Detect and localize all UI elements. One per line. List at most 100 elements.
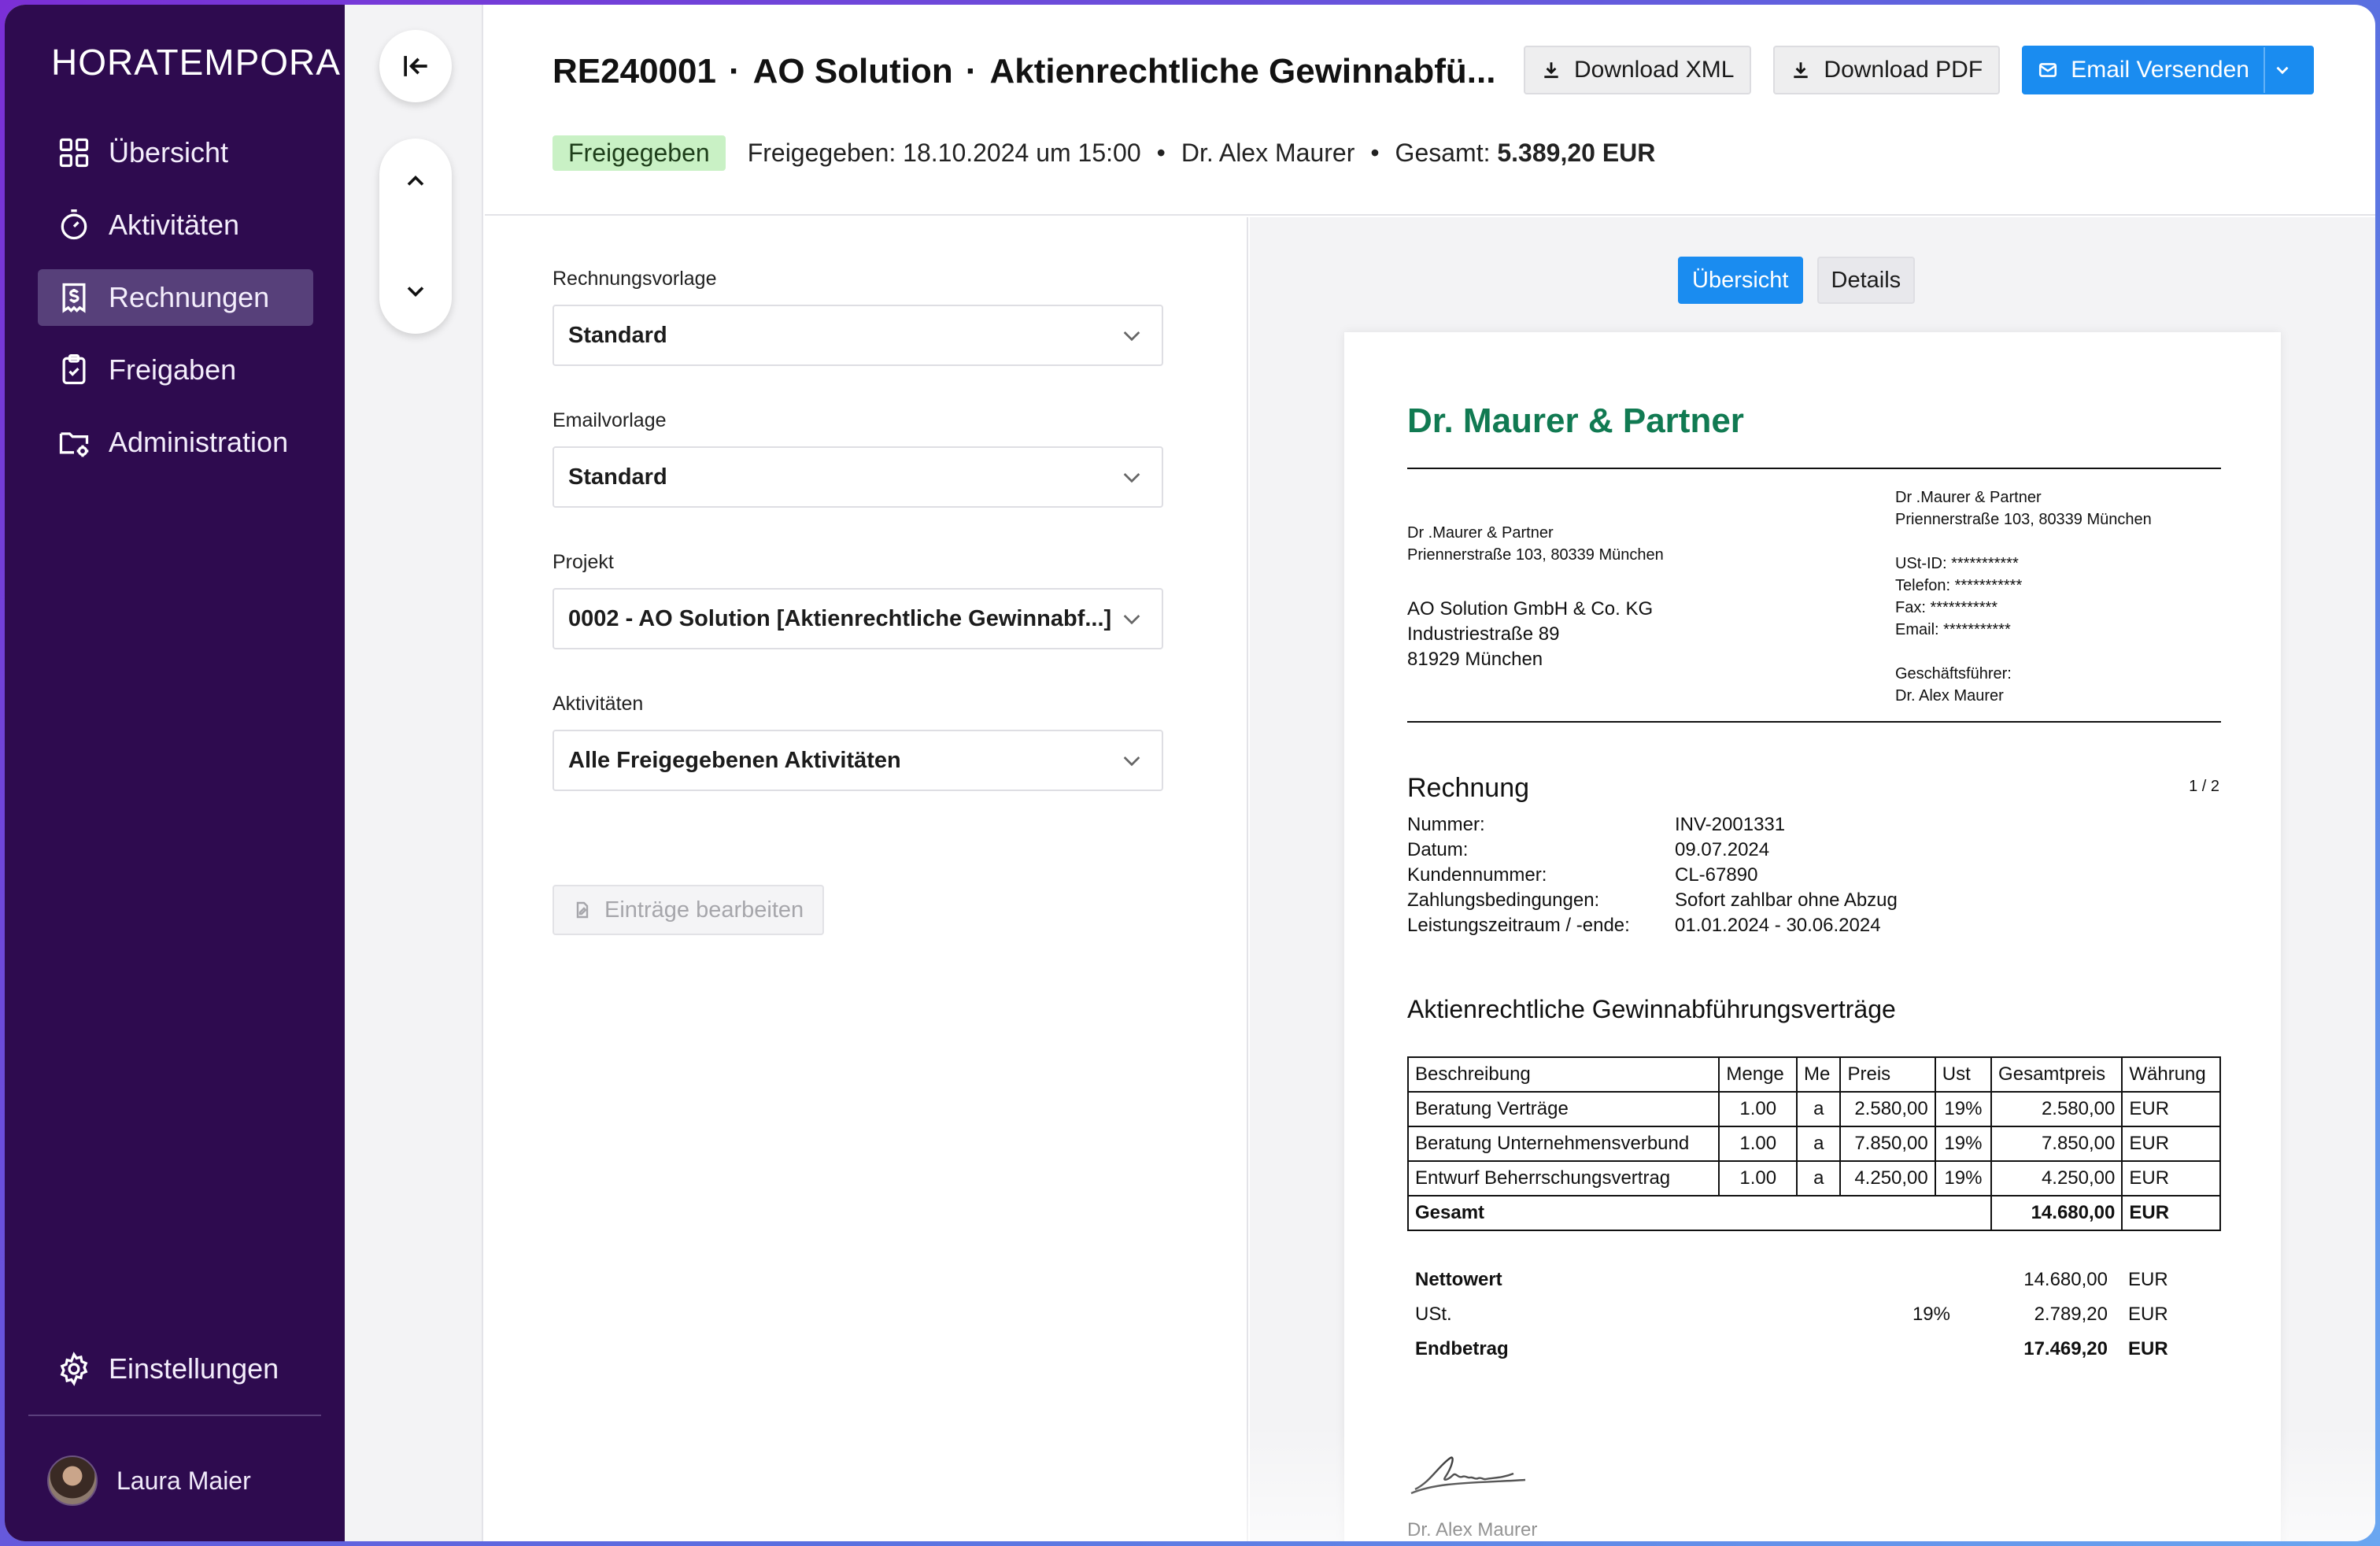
sidebar-item-freigaben[interactable]: Freigaben (38, 342, 313, 398)
template-select[interactable]: Standard (552, 305, 1163, 366)
cell-unit: a (1796, 1126, 1842, 1162)
cell-price: 4.250,00 (1839, 1160, 1936, 1196)
meta-ceo-name: Dr. Alex Maurer (1895, 687, 2004, 705)
sidebar-item-einstellungen[interactable]: Einstellungen (38, 1341, 313, 1397)
approver-name: Dr. Alex Maurer (1181, 139, 1355, 167)
sidebar-item-administration[interactable]: Administration (38, 414, 313, 471)
cell-quantity: 1.00 (1718, 1126, 1798, 1162)
line-items-table: Beschreibung Menge Me Preis Ust Gesamtpr… (1406, 1056, 2221, 1231)
cell-quantity: 1.00 (1718, 1091, 1798, 1127)
cell-currency: EUR (2121, 1160, 2221, 1196)
activities-value: Alle Freigegebenen Aktivitäten (568, 747, 901, 773)
field-row: Kundennummer: CL-67890 (1407, 863, 1898, 888)
email-options-dropdown[interactable] (2264, 47, 2312, 93)
column-header: Preis (1839, 1056, 1936, 1093)
sidebar-item-uebersicht[interactable]: Übersicht (38, 124, 313, 181)
download-pdf-label: Download PDF (1824, 57, 1983, 83)
meta-ceo-label: Geschäftsführer: (1895, 665, 2012, 682)
chevron-down-icon (1123, 615, 1140, 625)
tab-overview[interactable]: Übersicht (1678, 257, 1803, 304)
final-value: 17.469,20 (2023, 1338, 2108, 1359)
cell-total: 7.850,00 (1990, 1126, 2123, 1162)
field-value: Sofort zahlbar ohne Abzug (1675, 890, 1898, 911)
activities-select[interactable]: Alle Freigegebenen Aktivitäten (552, 730, 1163, 791)
field-key: Nummer: (1407, 814, 1485, 835)
download-xml-label: Download XML (1573, 57, 1735, 83)
field-key: Leistungszeitraum / -ende: (1407, 915, 1630, 936)
sidebar-divider (28, 1415, 321, 1416)
email-send-label: Email Versenden (2071, 57, 2249, 83)
field-row: Leistungszeitraum / -ende: 01.01.2024 - 3… (1407, 913, 1898, 938)
activities-field: Aktivitäten Alle Freigegebenen Aktivität… (552, 693, 1163, 791)
app-window: HORATEMPORA Übersicht Aktivitäten Rechnu… (5, 5, 2375, 1541)
cell-price: 2.580,00 (1839, 1091, 1936, 1127)
vat-row: USt. 19% 2.789,20 EUR (1407, 1297, 2221, 1332)
cell-description: Beratung Verträge (1406, 1091, 1720, 1127)
table-row: Beratung Unternehmensverbund 1.00 a 7.85… (1406, 1126, 2221, 1162)
invoice-document: Dr. Maurer & Partner Dr .Maurer & Partne… (1344, 332, 2281, 1541)
chevron-down-icon (1123, 331, 1140, 342)
total-label: Gesamt: (1395, 139, 1491, 167)
bullet-separator: • (1156, 139, 1166, 167)
table-header-row: Beschreibung Menge Me Preis Ust Gesamtpr… (1406, 1056, 2221, 1093)
brand-logo[interactable]: HORATEMPORA (51, 41, 341, 83)
meta-address: Priennerstraße 103, 80339 München (1895, 511, 2152, 528)
invoice-icon (62, 283, 86, 313)
collapse-panel-button[interactable] (379, 30, 452, 102)
cell-unit: a (1796, 1160, 1842, 1196)
email-template-field: Emailvorlage Standard (552, 409, 1163, 508)
gear-icon (60, 1352, 88, 1386)
cell-description: Beratung Unternehmensverbund (1406, 1126, 1720, 1162)
final-label: Endbetrag (1415, 1338, 1509, 1359)
net-label: Nettowert (1415, 1269, 1502, 1290)
cell-price: 7.850,00 (1839, 1126, 1936, 1162)
stopwatch-icon (61, 209, 87, 240)
table-row: Beratung Verträge 1.00 a 2.580,00 19% 2.… (1406, 1091, 2221, 1127)
divider (1407, 468, 2221, 469)
document-title: Rechnung (1407, 773, 1530, 803)
project-select[interactable]: 0002 - AO Solution [Aktienrechtliche Gew… (552, 588, 1163, 649)
total-value: 14.680,00 (1990, 1195, 2123, 1231)
cell-vat: 19% (1934, 1091, 1993, 1127)
field-key: Kundennummer: (1407, 864, 1547, 886)
net-row: Nettowert 14.680,00 EUR (1407, 1263, 2221, 1297)
invoice-id: RE240001 (552, 52, 716, 91)
download-pdf-button[interactable]: Download PDF (1773, 46, 2001, 94)
sidebar-item-aktivitaeten[interactable]: Aktivitäten (38, 197, 313, 253)
net-value: 14.680,00 (2023, 1269, 2108, 1290)
cell-total: 4.250,00 (1990, 1160, 2123, 1196)
download-icon (1544, 62, 1558, 79)
cell-vat: 19% (1934, 1160, 1993, 1196)
download-xml-button[interactable]: Download XML (1523, 46, 1752, 94)
company-meta-block: Dr .Maurer & Partner Priennerstraße 103,… (1895, 486, 2152, 707)
cell-currency: EUR (2121, 1126, 2221, 1162)
approved-text: Freigegeben: 18.10.2024 um 15:00 (747, 139, 1141, 167)
edit-entries-button[interactable]: Einträge bearbeiten (552, 885, 825, 935)
user-profile[interactable]: Laura Maier (47, 1455, 251, 1506)
sender-name: Dr .Maurer & Partner (1407, 524, 1554, 542)
folder-gear-icon (59, 432, 89, 457)
invoice-header: RE240001 · AO Solution · Aktienrechtliche Ge… (485, 5, 2375, 216)
navigation-rail (345, 5, 483, 1541)
title-separator: · (728, 52, 741, 91)
previous-record-button[interactable] (379, 145, 452, 217)
meta-name: Dr .Maurer & Partner (1895, 489, 2042, 506)
project-label: Projekt (552, 551, 614, 573)
activities-label: Aktivitäten (552, 693, 644, 715)
company-name: Dr. Maurer & Partner (1407, 401, 1744, 440)
email-send-button[interactable]: Email Versenden (2023, 47, 2264, 93)
email-template-select[interactable]: Standard (552, 446, 1163, 508)
tab-details[interactable]: Details (1816, 257, 1916, 304)
template-value: Standard (568, 322, 667, 348)
cell-currency: EUR (2121, 1091, 2221, 1127)
sidebar-item-rechnungen[interactable]: Rechnungen (38, 269, 313, 326)
vat-value: 2.789,20 (2034, 1304, 2108, 1325)
next-record-button[interactable] (379, 255, 452, 327)
project-field: Projekt 0002 - AO Solution [Aktienrechtl… (552, 551, 1163, 649)
total-value: 5.389,20 EUR (1497, 139, 1656, 167)
recipient-address-block: AO Solution GmbH & Co. KG Industriestraß… (1407, 597, 1653, 672)
template-label: Rechnungsvorlage (552, 268, 717, 290)
user-name: Laura Maier (116, 1466, 251, 1495)
file-edit-icon (576, 901, 589, 919)
